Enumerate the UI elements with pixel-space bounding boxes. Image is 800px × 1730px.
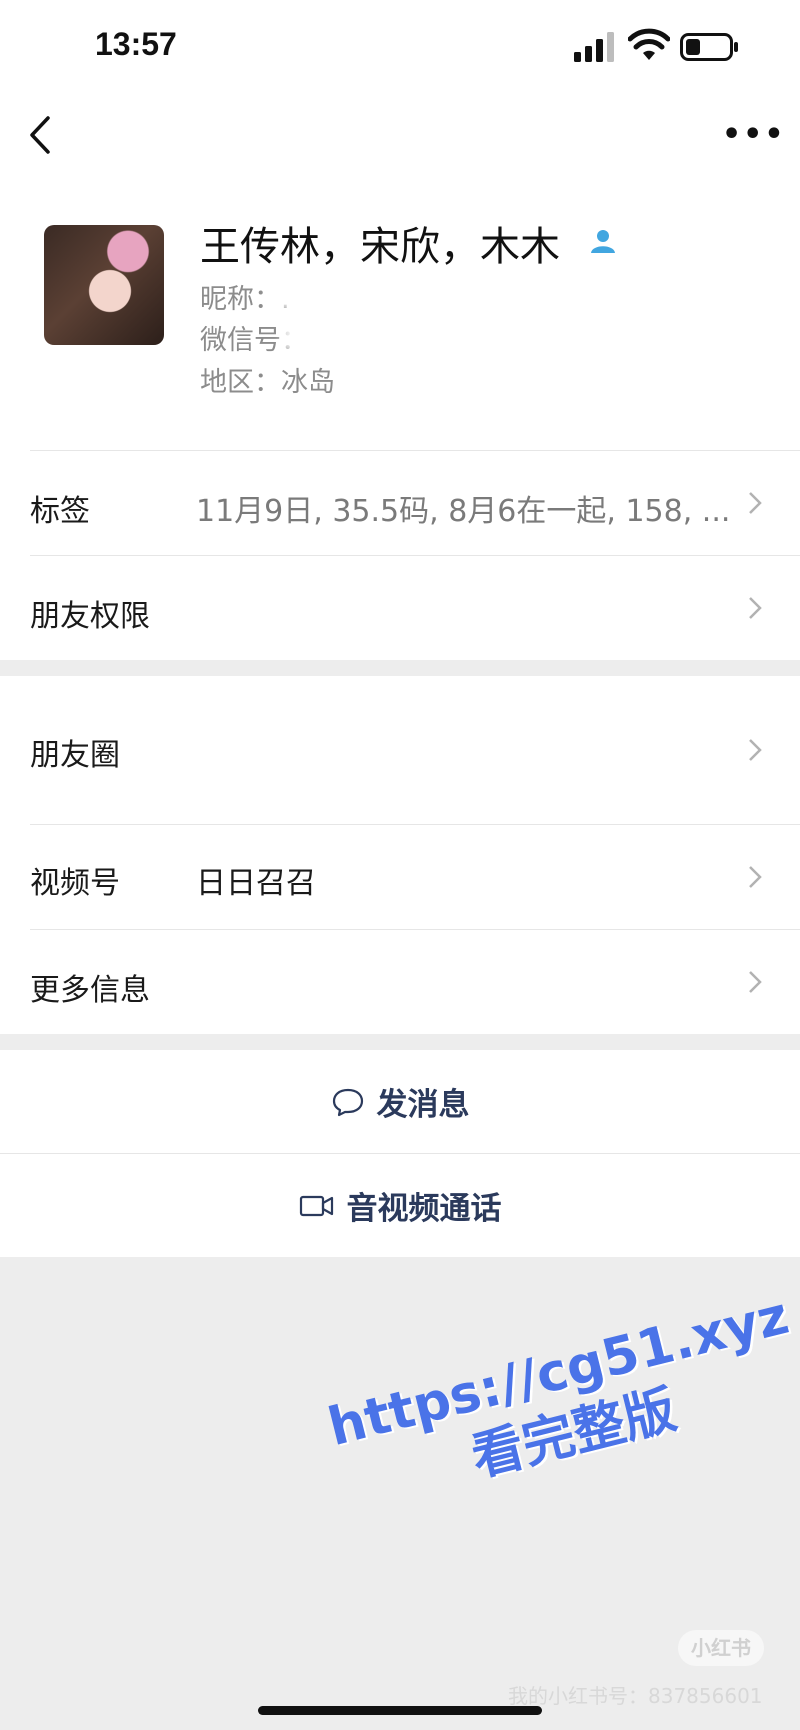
- contact-icon: [591, 230, 615, 253]
- tags-value: 11月9日, 35.5码, 8月6在一起, 158, ...: [196, 494, 731, 529]
- status-bar: 13:57: [0, 0, 800, 95]
- chevron-right-icon: [749, 866, 762, 888]
- divider: [30, 929, 800, 930]
- moments-row[interactable]: 朋友圈: [0, 676, 800, 824]
- divider: [30, 824, 800, 825]
- region-text: 地区：冰岛: [200, 367, 335, 398]
- status-time: 13:57: [95, 26, 177, 62]
- battery-icon: [680, 33, 738, 61]
- chevron-right-icon: [749, 739, 762, 761]
- tags-row[interactable]: 标签 11月9日, 35.5码, 8月6在一起, 158, ...: [0, 450, 800, 555]
- source-logo: 小红书: [678, 1630, 764, 1666]
- chevron-right-icon: [749, 971, 762, 993]
- permissions-row[interactable]: 朋友权限: [0, 555, 800, 660]
- send-message-label: 发消息: [376, 1087, 470, 1123]
- wechat-id-redaction: [282, 322, 552, 350]
- av-call-button[interactable]: 音视频通话: [0, 1154, 800, 1257]
- av-call-label: 音视频通话: [346, 1191, 502, 1227]
- wifi-icon: [628, 28, 670, 60]
- channels-label: 视频号: [30, 866, 120, 901]
- signal-icon: [574, 32, 614, 62]
- divider: [30, 555, 800, 556]
- more-dots-icon[interactable]: •••: [722, 120, 784, 150]
- chat-bubble-icon: [332, 1088, 363, 1116]
- more-info-label: 更多信息: [30, 973, 150, 1008]
- chevron-right-icon: [749, 492, 762, 514]
- more-info-row[interactable]: 更多信息: [0, 929, 800, 1034]
- nav-bar: •••: [0, 95, 800, 195]
- watermark-overlay: https://cg51.xyz 看完整版: [322, 1284, 800, 1522]
- source-id: 我的小红书号：837856601: [508, 1684, 763, 1708]
- tags-label: 标签: [30, 494, 90, 529]
- contact-name: 王传林，宋欣，木木: [200, 224, 560, 270]
- nickname-redaction: [268, 284, 348, 308]
- channels-value: 日日召召: [196, 866, 316, 901]
- send-message-button[interactable]: 发消息: [0, 1050, 800, 1153]
- avatar[interactable]: [44, 225, 164, 345]
- back-chevron-icon[interactable]: [26, 110, 56, 160]
- permissions-label: 朋友权限: [30, 599, 150, 634]
- chevron-right-icon: [749, 597, 762, 619]
- home-indicator[interactable]: [258, 1706, 542, 1715]
- moments-label: 朋友圈: [30, 738, 120, 773]
- channels-row[interactable]: 视频号 日日召召: [0, 824, 800, 929]
- video-camera-icon: [299, 1195, 333, 1216]
- divider: [30, 450, 800, 451]
